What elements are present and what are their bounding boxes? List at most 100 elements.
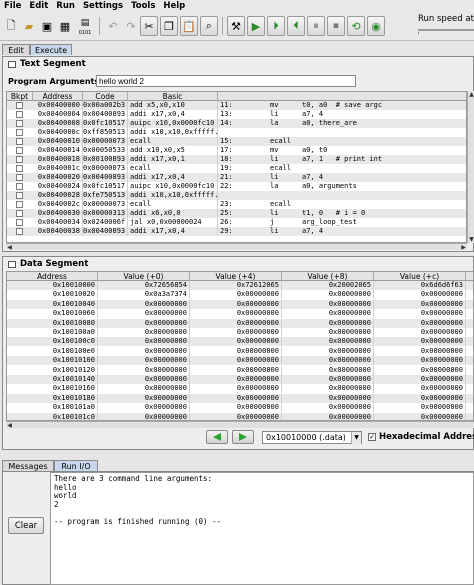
header-source[interactable] xyxy=(218,92,466,101)
menu-help[interactable]: Help xyxy=(163,1,185,11)
code-cell: 0x00400893 xyxy=(83,110,128,119)
text-segment-vertical-scrollbar[interactable]: ▲ ▼ xyxy=(467,91,474,243)
breakpoint-checkbox[interactable] xyxy=(16,120,23,127)
breakpoint-checkbox[interactable] xyxy=(16,201,23,208)
table-row: 0x00400010 0x00000073 ecall 15: ecall xyxy=(7,137,466,146)
value-8-cell: 0x00000000 xyxy=(282,299,374,309)
paste-button[interactable]: 📋 xyxy=(180,16,198,36)
value-4-cell: 0x00000000 xyxy=(190,337,282,347)
header-code[interactable]: Code xyxy=(83,92,128,101)
tab-messages[interactable]: Messages xyxy=(2,460,54,471)
backstep-button[interactable]: ⏴ xyxy=(287,16,305,36)
breakpoint-checkbox[interactable] xyxy=(16,102,23,109)
value-c-cell: 0x00000000 xyxy=(374,346,466,356)
dump-memory-button[interactable]: ▤ 0101 xyxy=(76,16,94,36)
tab-execute[interactable]: Execute xyxy=(30,44,72,55)
value-8-cell: 0x00000000 xyxy=(282,365,374,375)
header-value-8[interactable]: Value (+8) xyxy=(282,272,374,281)
breakpoint-checkbox[interactable] xyxy=(16,192,23,199)
run-button[interactable]: ▶ xyxy=(247,16,265,36)
header-address[interactable]: Address xyxy=(33,92,83,101)
address-cell: 0x00400020 xyxy=(33,173,83,182)
clear-button[interactable]: Clear xyxy=(8,517,44,534)
code-cell: 0x00400893 xyxy=(83,173,128,182)
redo-icon: ↷ xyxy=(126,19,136,33)
breakpoint-checkbox[interactable] xyxy=(16,138,23,145)
text-segment-title: Text Segment xyxy=(20,59,86,69)
menu-edit[interactable]: Edit xyxy=(29,1,48,11)
scroll-left-icon[interactable]: ◀ xyxy=(6,422,13,429)
step-button[interactable]: ⏵ xyxy=(267,16,285,36)
menu-settings[interactable]: Settings xyxy=(83,1,123,11)
address-cell: 0x10010160 xyxy=(7,384,98,394)
header-value-4[interactable]: Value (+4) xyxy=(190,272,282,281)
value-8-cell: 0x00000000 xyxy=(282,328,374,337)
open-file-button[interactable]: ▰ xyxy=(20,16,38,36)
mnemonic-cell: la xyxy=(270,119,279,127)
breakpoint-checkbox[interactable] xyxy=(16,183,23,190)
menu-tools[interactable]: Tools xyxy=(131,1,155,11)
table-row: 0x0040001c 0x00000073 ecall 19: ecall xyxy=(7,164,466,173)
stop-button[interactable]: ⏹ xyxy=(327,16,345,36)
text-segment-horizontal-scrollbar[interactable]: ◀ ▶ xyxy=(6,243,467,251)
operands-cell: t0, a0 # save argc xyxy=(302,101,383,109)
menu-run[interactable]: Run xyxy=(56,1,75,11)
assemble-button[interactable]: ⚒ xyxy=(227,16,245,36)
redo-button[interactable]: ↷ xyxy=(122,16,140,36)
run-speed-slider[interactable] xyxy=(418,26,474,34)
breakpoint-checkbox[interactable] xyxy=(16,147,23,154)
hex-addresses-checkbox[interactable]: ✓ xyxy=(368,433,376,441)
address-cell: 0x00400030 xyxy=(33,209,83,218)
header-address[interactable]: Address xyxy=(7,272,98,281)
operands-cell xyxy=(300,128,466,137)
previous-segment-button[interactable] xyxy=(206,430,228,444)
header-value-c[interactable]: Value (+c) xyxy=(374,272,466,281)
new-file-button[interactable]: 🗋 xyxy=(2,16,20,36)
breakpoint-checkbox[interactable] xyxy=(16,174,23,181)
breakpoint-checkbox[interactable] xyxy=(16,165,23,172)
header-value-0[interactable]: Value (+0) xyxy=(98,272,190,281)
line-cell: 23: xyxy=(220,200,233,208)
value-4-cell: 0x00000000 xyxy=(190,365,282,375)
cut-button[interactable]: ✂ xyxy=(140,16,158,36)
header-basic[interactable]: Basic xyxy=(128,92,218,101)
breakpoint-checkbox[interactable] xyxy=(16,156,23,163)
undo-button[interactable]: ↶ xyxy=(104,16,122,36)
table-row: 0x10010120 0x00000000 0x00000000 0x00000000… xyxy=(7,365,473,375)
reset-button[interactable]: ⟲ xyxy=(347,16,365,36)
address-cell: 0x100101c0 xyxy=(7,412,98,420)
save-all-button[interactable]: ▦ xyxy=(56,16,74,36)
data-segment-title-bar: Data Segment xyxy=(8,259,88,269)
pause-button[interactable]: ⏸ xyxy=(307,16,325,36)
scroll-left-icon[interactable]: ◀ xyxy=(6,244,13,251)
breakpoint-checkbox[interactable] xyxy=(16,111,23,118)
next-segment-button[interactable] xyxy=(232,430,254,444)
breakpoint-checkbox[interactable] xyxy=(16,228,23,235)
scroll-down-icon[interactable]: ▼ xyxy=(468,236,474,243)
copy-button[interactable]: ❐ xyxy=(160,16,178,36)
value-0-cell: 0x0a3a7374 xyxy=(98,290,190,300)
breakpoint-checkbox[interactable] xyxy=(16,129,23,136)
segment-select[interactable]: 0x10010000 (.data) ▼ xyxy=(262,431,362,444)
table-row: 0x10010100 0x00000000 0x00000000 0x00000000… xyxy=(7,356,473,366)
help-button[interactable]: ◉ xyxy=(367,16,385,36)
header-bkpt[interactable]: Bkpt xyxy=(7,92,33,101)
run-io-console[interactable]: There are 3 command line arguments: hello… xyxy=(50,472,474,585)
breakpoint-checkbox[interactable] xyxy=(16,210,23,217)
find-replace-button[interactable]: ⌕ xyxy=(200,16,218,36)
scroll-right-icon[interactable]: ▶ xyxy=(460,244,467,251)
scroll-up-icon[interactable]: ▲ xyxy=(468,91,474,98)
data-segment-horizontal-scrollbar[interactable]: ◀ xyxy=(6,421,474,429)
program-arguments-input[interactable] xyxy=(96,75,356,87)
breakpoint-checkbox[interactable] xyxy=(16,219,23,226)
menu-file[interactable]: File xyxy=(4,1,21,11)
mnemonic-cell: li xyxy=(270,155,279,163)
tab-run-io[interactable]: Run I/O xyxy=(54,460,98,471)
table-row: 0x10010000 0x72656854 0x72612065 0x20002065… xyxy=(7,281,473,290)
value-4-cell: 0x00000000 xyxy=(190,309,282,319)
segment-select-value: 0x10010000 (.data) xyxy=(266,433,346,442)
save-button[interactable]: ▣ xyxy=(38,16,56,36)
new-file-icon: 🗋 xyxy=(6,18,16,32)
run-icon: ▶ xyxy=(251,19,261,33)
tab-edit[interactable]: Edit xyxy=(2,44,30,55)
